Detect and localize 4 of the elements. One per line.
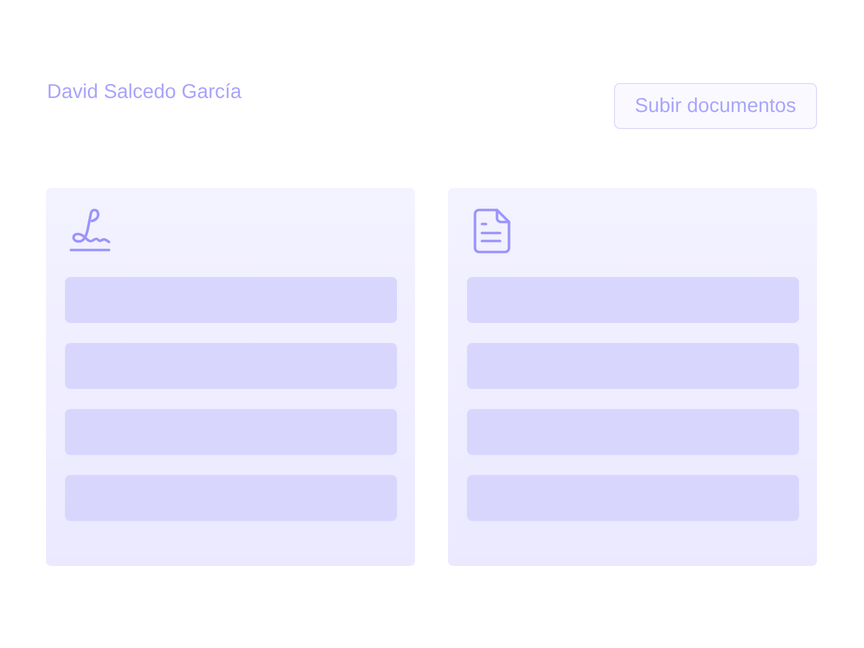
user-name: David Salcedo García: [47, 80, 242, 104]
upload-documents-button[interactable]: Subir documentos: [614, 83, 817, 129]
signature-icon: [69, 208, 111, 252]
document-icon: [473, 208, 511, 254]
